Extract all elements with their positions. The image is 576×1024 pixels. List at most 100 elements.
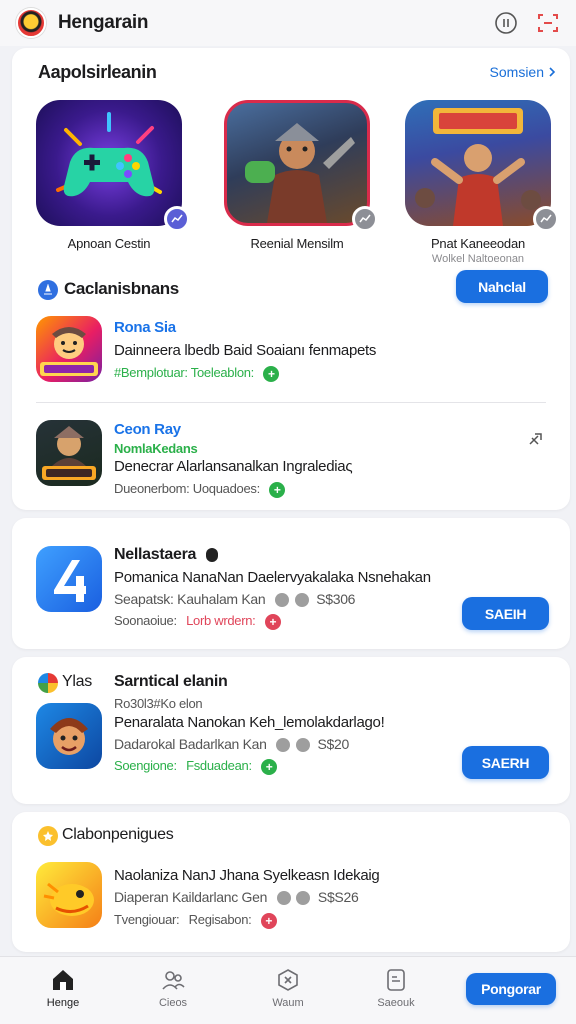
app-status-b: Lorb wrdern: [186,613,256,628]
nav-label: Henge [46,997,80,1009]
app-title-text: Nellastaera [114,546,197,563]
compass-icon [278,969,298,991]
game-meta: Dueonerbom: Uoquadoes: + [114,481,286,498]
featured-item-name: Reenial Mensilm [250,236,344,251]
featured-card: Aapolsirleanin Somsien Apnoan Cestin Ree… [12,48,570,510]
chevron-right-icon [548,64,556,80]
featured-item-subtitle: Wolkel Naltoeonan [431,253,525,265]
categories-title: Caclanisbnans [64,279,179,298]
app-status-b: Regisabon: [188,912,252,927]
app-price: S$S26 [317,889,359,905]
app-icon[interactable] [36,546,102,612]
app-icon[interactable] [36,862,102,928]
nav-search[interactable]: Saeouk [356,967,436,1009]
section-label: Ylas [62,673,92,690]
app-meta: Seapatsk: Kauhalam Kan S$306 [114,591,356,608]
trend-badge-icon [164,206,190,232]
app-meta-text: Dadarokal Badarlkan Kan [114,736,267,752]
people-icon [162,971,185,990]
section-label: Clabonpenigues [62,826,174,843]
app-price: S$306 [316,591,356,607]
categories-action-button[interactable]: Nahclal [456,270,548,303]
coin-icon [276,891,291,906]
game-meta-text: #Bemplotuar: Toeleablon: [114,365,254,380]
game-description: Denecrar Alarlansanalkan Ingralediaς [114,458,353,475]
game-icon[interactable] [36,316,102,382]
app-price: S$20 [317,736,349,752]
featured-item[interactable]: Apnoan Cestin [36,100,190,251]
app-card-clabonpenigues: Clabonpenigues Naolaniza NanJ Jhana Syel… [12,812,570,952]
app-description: Pomanica NanaNan Daelervyakalaka Nsnehak… [114,569,431,586]
home-icon [53,970,73,990]
user-icon [296,891,311,906]
verified-icon [206,547,219,562]
warrior-art-icon [224,100,378,232]
app-card-nellastaera: Nellastaera Pomanica NanaNan Daelervyaka… [12,518,570,649]
gamepad-art-icon [36,100,190,232]
add-icon[interactable]: + [263,365,280,382]
app-status-b: Fsduadean: [186,758,252,773]
trend-badge-icon [533,206,559,232]
add-icon[interactable]: + [260,912,277,929]
game-icon[interactable] [36,420,102,486]
nav-cta-button[interactable]: Pongorar [466,973,556,1005]
featured-item[interactable]: Pnat Kaneeodan Wolkel Naltoeonan [405,100,559,265]
app-meta: Dadarokal Badarlkan Kan S$20 [114,736,349,753]
nav-label: Cieos [158,997,188,1009]
category-icon [38,673,58,693]
featured-title: Aapolsirleanin [38,62,157,82]
featured-item[interactable]: Reenial Mensilm [224,100,378,251]
app-title: Nellastaera [114,546,219,564]
app-icon[interactable] [36,703,102,769]
share-icon[interactable] [526,428,548,455]
document-icon [387,969,405,991]
add-icon[interactable]: + [269,481,286,498]
app-title: Sarntical elanin [114,673,228,690]
add-icon[interactable]: + [261,758,278,775]
app-action-button[interactable]: SAEIH [462,597,549,630]
see-all-label: Somsien [489,64,544,80]
game-title[interactable]: Rona Sia [114,319,176,336]
app-subtitle: Ro30l3#Ko elon [114,696,203,711]
game-meta: #Bemplotuar: Toeleablon: + [114,365,280,382]
divider [36,402,546,403]
app-status: Soonaoiue: Lorb wrdern: + [114,613,281,630]
trend-badge-icon [352,206,378,232]
app-status-a: Tvengiouar: [114,912,180,927]
info-icon[interactable] [494,11,518,35]
app-status-a: Soengione: [114,758,177,773]
app-description: Penaralata Nanokan Keh_lemolakdarlago! [114,714,385,731]
featured-item-name: Pnat Kaneeodan [430,236,526,251]
app-description: Naolaniza NanJ Jhana Syelkeasn Idekaig [114,867,380,884]
app-logo-icon[interactable] [16,8,46,38]
game-description: Dainneera lbedb Baid Soaianı fenmapets [114,342,377,359]
nav-home[interactable]: Henge [23,967,103,1009]
nav-label: Saeouk [377,997,415,1009]
app-status: Soengione: Fsduadean: + [114,758,278,775]
app-card-sarntical: Ylas Sarntical elanin Ro30l3#Ko elon Pen… [12,657,570,804]
game-subtitle: NomlaKedans [114,441,198,456]
user-icon [295,738,310,753]
hero-art-icon [405,100,559,232]
bottom-nav: Henge Cieos Waum Saeouk Pongorar [0,956,576,1024]
see-all-link[interactable]: Somsien [490,64,556,80]
app-meta: Diaperan Kaildarlanc Gen S$S26 [114,889,359,906]
coin-icon [276,738,291,753]
nav-explore[interactable]: Waum [248,967,328,1009]
app-status-a: Soonaoiue: [114,613,177,628]
nav-people[interactable]: Cieos [133,967,213,1009]
featured-item-name: Apnoan Cestin [67,236,151,251]
app-meta-text: Seapatsk: Kauhalam Kan [114,591,266,607]
add-icon[interactable]: + [264,613,281,630]
app-header: Hengarain [0,0,576,46]
app-meta-text: Diaperan Kaildarlanc Gen [114,889,268,905]
app-action-button[interactable]: SAERH [462,746,549,779]
scan-icon[interactable] [536,11,560,35]
app-title: Hengarain [58,12,149,33]
category-icon [38,280,58,300]
game-meta-text: Dueonerbom: Uoquadoes: [114,481,260,496]
game-title[interactable]: Ceon Ray [114,421,181,438]
nav-label: Waum [272,997,304,1009]
coin-icon [275,593,289,608]
category-icon [38,826,58,846]
